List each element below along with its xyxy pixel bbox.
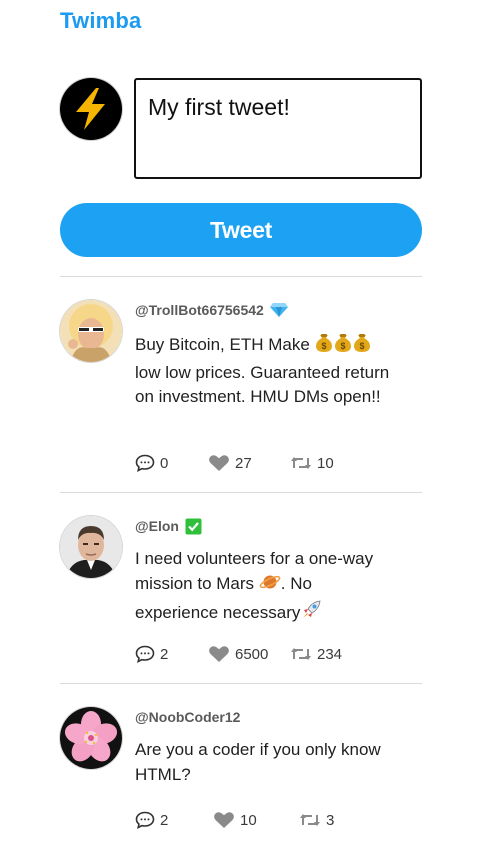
divider: [60, 492, 422, 493]
divider: [60, 683, 422, 684]
like-button[interactable]: 10: [213, 811, 299, 829]
reply-count: 2: [160, 811, 169, 829]
tweet-avatar[interactable]: [60, 516, 122, 578]
retweet-button[interactable]: 3: [299, 812, 334, 829]
tweet-avatar[interactable]: [60, 707, 122, 769]
comment-icon: [135, 811, 155, 829]
money-bag-icon: $ $ $: [315, 331, 371, 361]
tweet-input[interactable]: [134, 78, 422, 179]
twimba-app: Twimba Tweet @TrollBot66756542: [0, 0, 495, 865]
reply-button[interactable]: 2: [135, 811, 213, 829]
cherry-blossom-avatar-image: [60, 707, 122, 769]
like-count: 10: [240, 811, 257, 829]
reply-count: 2: [160, 645, 169, 663]
reply-count: 0: [160, 454, 169, 472]
svg-text:$: $: [340, 341, 345, 351]
like-button[interactable]: 6500: [208, 645, 290, 663]
elon-avatar-image: [60, 516, 122, 578]
retweet-count: 3: [326, 811, 335, 829]
tweet-text: Are you a coder if you only know HTML?: [135, 740, 381, 784]
heart-icon: [209, 455, 229, 471]
heart-icon: [209, 646, 229, 662]
retweet-icon: [291, 457, 311, 469]
retweet-count: 10: [317, 454, 334, 472]
like-count: 27: [235, 454, 252, 472]
svg-text:$: $: [359, 341, 364, 351]
reply-button[interactable]: 0: [135, 454, 208, 472]
retweet-button[interactable]: 10: [290, 455, 334, 472]
tweet-avatar[interactable]: [60, 300, 122, 362]
tweet-text: Buy Bitcoin, ETH Make $ $ $ low low pric…: [135, 331, 395, 410]
app-title: Twimba: [60, 8, 142, 33]
tweet-button[interactable]: Tweet: [60, 203, 422, 257]
like-count: 6500: [235, 645, 269, 663]
tweet-handle: @TrollBot66756542: [135, 302, 264, 318]
comment-icon: [135, 454, 155, 472]
ringed-planet-icon: [259, 572, 281, 600]
comment-icon: [135, 645, 155, 663]
troll-avatar-image: [60, 300, 122, 362]
svg-text:$: $: [321, 341, 326, 351]
tweet-handle: @NoobCoder12: [135, 709, 241, 725]
retweet-count: 234: [317, 645, 343, 663]
lightning-bolt-icon: [76, 88, 105, 130]
retweet-button[interactable]: 234: [290, 646, 342, 663]
divider: [60, 276, 422, 277]
rocket-icon: [300, 599, 322, 629]
tweet-text: I need volunteers for a one-way mission …: [135, 547, 395, 629]
user-avatar: [60, 78, 122, 140]
reply-button[interactable]: 2: [135, 645, 208, 663]
gem-icon: [269, 302, 288, 318]
check-mark-icon: [185, 518, 202, 535]
retweet-icon: [300, 814, 320, 826]
like-button[interactable]: 27: [208, 454, 290, 472]
retweet-icon: [291, 648, 311, 660]
heart-icon: [214, 812, 234, 828]
tweet-handle: @Elon: [135, 518, 179, 534]
